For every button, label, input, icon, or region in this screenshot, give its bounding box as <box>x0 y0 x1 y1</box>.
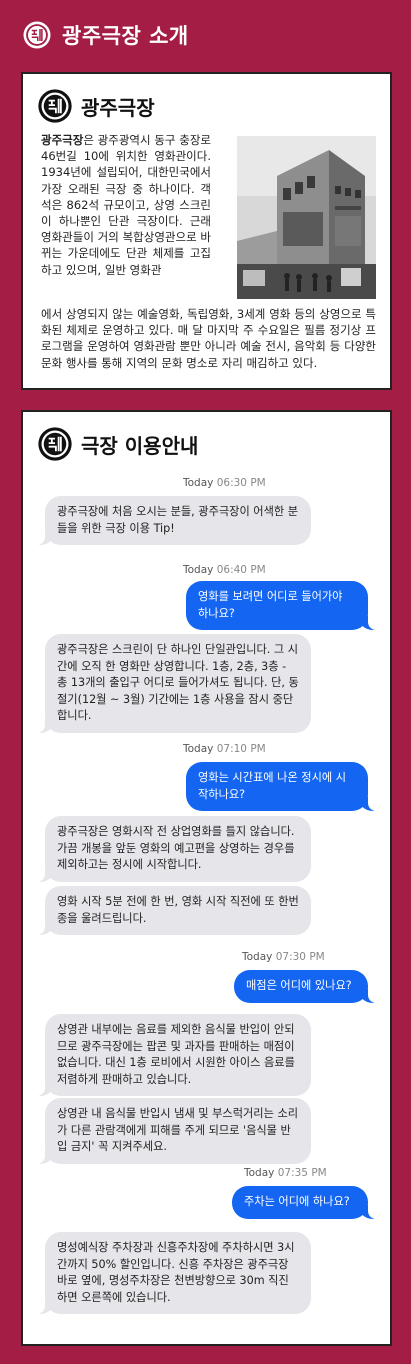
intro-text-body: 은 광주광역시 동구 충장로46번길 10에 위치한 영화관이다. 1934년에… <box>41 133 211 277</box>
intro-text-continued: 에서 상영되지 않는 예술영화, 독립영화, 3세계 영화 등의 상영으로 특화… <box>41 307 376 370</box>
message-incoming: 명성예식장 주차장과 신흥주차장에 주차하시면 3시간까지 50% 할인입니다.… <box>33 1232 311 1315</box>
message-outgoing: 매점은 어디에 있나요? <box>234 970 380 1003</box>
intro-card-title: 광주극장 <box>37 86 155 126</box>
theater-emblem-icon <box>38 89 72 123</box>
message-outgoing: 영화는 시간표에 나온 정시에 시작하나요? <box>186 762 380 812</box>
message-outgoing: 영화를 보려면 어디로 들어가야 하나요? <box>186 581 380 631</box>
page-title: 광주극장 소개 <box>62 24 189 48</box>
message-outgoing: 주차는 어디에 하나요? <box>232 1186 380 1219</box>
guide-card: 극장 이용안내 Today 06:30 PM 광주극장에 처음 오시는 분들, … <box>21 410 392 1346</box>
page-header: 광주극장 소개 <box>0 0 411 70</box>
message-incoming: 상영관 내 음식물 반입시 냄새 및 부스럭거리는 소리가 다른 관람객에게 피… <box>33 1098 311 1164</box>
timestamp: Today 07:35 PM <box>244 1167 327 1179</box>
timestamp: Today 06:30 PM <box>183 477 266 489</box>
message-incoming: 광주극장은 영화시작 전 상업영화를 틀지 않습니다. 가끔 개봉을 앞둔 영화… <box>33 816 311 882</box>
intro-text: 광주극장은 광주광역시 동구 충장로46번길 10에 위치한 영화관이다. 19… <box>41 132 211 278</box>
timestamp: Today 07:10 PM <box>183 743 266 755</box>
message-incoming: 영화 시작 5분 전에 한 번, 영화 시작 직전에 또 한번 종을 울려드립니… <box>33 886 311 936</box>
intro-text-lead: 광주극장 <box>41 133 84 147</box>
theater-emblem-icon <box>23 21 51 49</box>
intro-title: 광주극장 <box>81 95 155 120</box>
intro-card: 광주극장 광주극장은 광주광역시 동구 충장로46번길 10에 위치한 영화관이… <box>21 72 392 390</box>
message-incoming: 광주극장은 스크린이 단 하나인 단일관입니다. 그 시간에 오직 한 영화만 … <box>33 634 311 733</box>
timestamp: Today 06:40 PM <box>183 564 266 576</box>
message-incoming: 상영관 내부에는 음료를 제외한 음식물 반입이 안되므로 광주극장에는 팝콘 … <box>33 1014 311 1097</box>
guide-title: 극장 이용안내 <box>81 433 199 458</box>
theater-building-image <box>237 136 376 299</box>
theater-photo <box>237 136 376 299</box>
theater-emblem-icon <box>38 427 72 461</box>
guide-card-title: 극장 이용안내 <box>37 424 198 464</box>
timestamp: Today 07:30 PM <box>242 951 325 963</box>
message-incoming: 광주극장에 처음 오시는 분들, 광주극장이 어색한 분들을 위한 극장 이용 … <box>33 496 311 546</box>
